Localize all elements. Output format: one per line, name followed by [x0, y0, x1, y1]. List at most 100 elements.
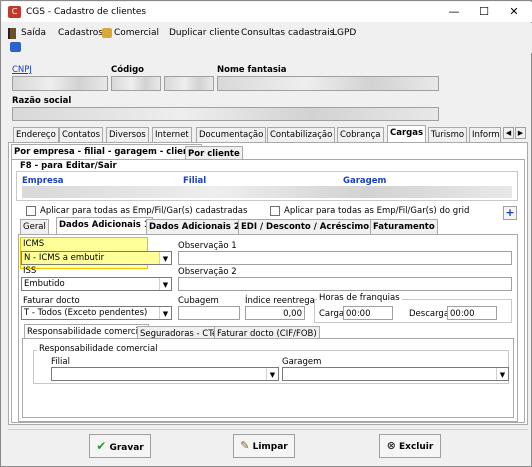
- tab-inform[interactable]: Inform: [469, 127, 501, 143]
- faturar-label: Faturar docto: [23, 296, 80, 306]
- tab-label: Internet: [155, 130, 189, 140]
- menu-lgpd[interactable]: LGPD: [332, 28, 356, 38]
- innertab-dados-adicionais-2[interactable]: Dados Adicionais 2: [146, 219, 243, 235]
- razao-social-field[interactable]: [12, 107, 439, 121]
- indice-value: 0,00: [283, 309, 302, 319]
- chevron-down-icon: ▼: [159, 252, 171, 264]
- apply-grid-checkbox[interactable]: [270, 206, 280, 216]
- menu-duplicar-cliente[interactable]: Duplicar cliente: [169, 28, 240, 38]
- tab-cargas[interactable]: Cargas: [387, 125, 427, 143]
- innertab-geral[interactable]: Geral: [20, 219, 49, 235]
- resp-group-label: Responsabilidade comercial: [37, 344, 160, 354]
- obs2-field[interactable]: [178, 277, 512, 291]
- codigo-field[interactable]: [111, 76, 161, 91]
- indice-label: Índice reentrega: [245, 296, 315, 306]
- tab-label: Documentação: [199, 130, 264, 140]
- plus-icon: +: [505, 206, 515, 219]
- toolbar-network-icon[interactable]: [10, 42, 21, 52]
- descarga-field[interactable]: 00:00: [447, 306, 497, 320]
- tab-label: Endereço: [16, 130, 56, 140]
- innertab-faturamento[interactable]: Faturamento: [370, 219, 438, 235]
- tab-label: Cobrança: [340, 130, 381, 140]
- apply-all-label: Aplicar para todas as Emp/Fil/Gar(s) cad…: [40, 206, 248, 216]
- close-button[interactable]: ✕: [500, 2, 528, 22]
- tab-cobranca[interactable]: Cobrança: [337, 127, 384, 143]
- grid-row[interactable]: [22, 186, 512, 198]
- tab-label: Inform: [472, 130, 500, 140]
- tab-contabilizacao[interactable]: Contabilização: [267, 127, 336, 143]
- carga-field[interactable]: 00:00: [343, 306, 393, 320]
- menu-comercial[interactable]: Comercial: [114, 28, 159, 38]
- tab-documentacao[interactable]: Documentação: [196, 127, 267, 143]
- menu-cadastros[interactable]: Cadastros: [58, 28, 103, 38]
- descarga-label: Descarga: [409, 309, 450, 319]
- window-title: CGS - Cadastro de clientes: [26, 7, 147, 17]
- main-window: C CGS - Cadastro de clientes — ☐ ✕ Saída…: [0, 0, 532, 467]
- innertab-label: Dados Adicionais 1: [59, 220, 150, 230]
- tab-label: Cargas: [390, 128, 424, 138]
- cnpj-label: CNPJ: [12, 65, 32, 75]
- check-icon: ✔: [96, 439, 107, 453]
- maximize-button[interactable]: ☐: [470, 2, 498, 22]
- innertab-label: Geral: [23, 222, 46, 232]
- chevron-down-icon: ▼: [266, 368, 278, 380]
- filial-column-header: Filial: [183, 176, 207, 186]
- garagem-column-header: Garagem: [343, 176, 387, 186]
- carga-label: Carga: [319, 309, 345, 319]
- subtab-label: Por cliente: [188, 149, 240, 159]
- subtab-por-empresa[interactable]: Por empresa - filial - garagem - cliente: [11, 144, 202, 159]
- tab-diversos[interactable]: Diversos: [106, 127, 149, 143]
- tab-turismo[interactable]: Turismo: [428, 127, 468, 143]
- exit-icon: [8, 28, 16, 39]
- title-bar: C CGS - Cadastro de clientes — ☐ ✕: [2, 2, 532, 22]
- tab-scroll-left-icon[interactable]: ◀: [503, 127, 514, 139]
- add-button[interactable]: +: [503, 206, 517, 220]
- obs1-label: Observação 1: [178, 241, 237, 251]
- apply-all-checkbox[interactable]: [26, 206, 36, 216]
- limpar-button[interactable]: ✎ Limpar: [233, 434, 295, 458]
- cubagem-field[interactable]: [178, 306, 240, 320]
- minimize-button[interactable]: —: [440, 2, 468, 22]
- horas-label: Horas de franquias: [317, 293, 402, 303]
- icms-select[interactable]: N - ICMS a embutir ▼: [21, 251, 172, 265]
- iss-select[interactable]: Embutido ▼: [21, 277, 172, 291]
- codigo-field-2[interactable]: [164, 76, 214, 91]
- tab-label: Diversos: [109, 130, 146, 140]
- menu-consultas-cadastrais[interactable]: Consultas cadastrais: [241, 28, 334, 38]
- icms-value: N - ICMS a embutir: [24, 253, 105, 263]
- faturar-select[interactable]: T - Todos (Exceto pendentes) ▼: [21, 306, 172, 320]
- tab-endereco[interactable]: Endereço: [13, 127, 59, 143]
- brush-icon: ✎: [240, 439, 250, 452]
- innertab-label: Dados Adicionais 2: [149, 222, 240, 232]
- indice-field[interactable]: 0,00: [245, 306, 305, 320]
- icms-label: ICMS: [23, 239, 45, 249]
- dados-adicionais-1-panel: ICMS N - ICMS a embutir ▼ Observação 1 IS…: [18, 234, 518, 422]
- excluir-button[interactable]: ⊗ Excluir: [379, 434, 441, 458]
- nome-fantasia-field[interactable]: [217, 76, 439, 91]
- tab-label: Contabilização: [270, 130, 333, 140]
- innertab-label: Faturamento: [373, 222, 435, 232]
- bottomtab-responsabilidade[interactable]: Responsabilidade comercial: [24, 324, 149, 338]
- resp-garagem-label: Garagem: [282, 357, 322, 367]
- cnpj-field[interactable]: [12, 76, 108, 91]
- gravar-button[interactable]: ✔ Gravar: [89, 434, 151, 458]
- innertab-edi[interactable]: EDI / Desconto / Acréscimo: [238, 219, 373, 235]
- limpar-label: Limpar: [252, 442, 288, 452]
- resp-filial-select[interactable]: ▼: [51, 367, 279, 381]
- subtab-por-cliente[interactable]: Por cliente: [185, 146, 243, 159]
- cubagem-label: Cubagem: [178, 296, 219, 306]
- obs1-field[interactable]: [178, 251, 512, 265]
- resp-garagem-select[interactable]: ▼: [282, 367, 509, 381]
- innertab-dados-adicionais-1[interactable]: Dados Adicionais 1: [56, 217, 153, 235]
- subtab-content: F8 - para Editar/Sair Empresa Filial Gar…: [11, 159, 525, 423]
- trash-icon: ⊗: [386, 439, 396, 452]
- tab-internet[interactable]: Internet: [152, 127, 192, 143]
- tab-contatos[interactable]: Contatos: [59, 127, 104, 143]
- subtab-label: Por empresa - filial - garagem - cliente: [14, 147, 199, 157]
- faturar-value: T - Todos (Exceto pendentes): [24, 308, 148, 318]
- responsabilidade-panel: Responsabilidade comercial Filial ▼ Gara…: [22, 338, 514, 418]
- chevron-down-icon: ▼: [496, 368, 508, 380]
- tab-scroll-right-icon[interactable]: ▶: [515, 127, 526, 139]
- menu-saida[interactable]: Saída: [21, 28, 46, 38]
- razao-social-label: Razão social: [12, 96, 72, 106]
